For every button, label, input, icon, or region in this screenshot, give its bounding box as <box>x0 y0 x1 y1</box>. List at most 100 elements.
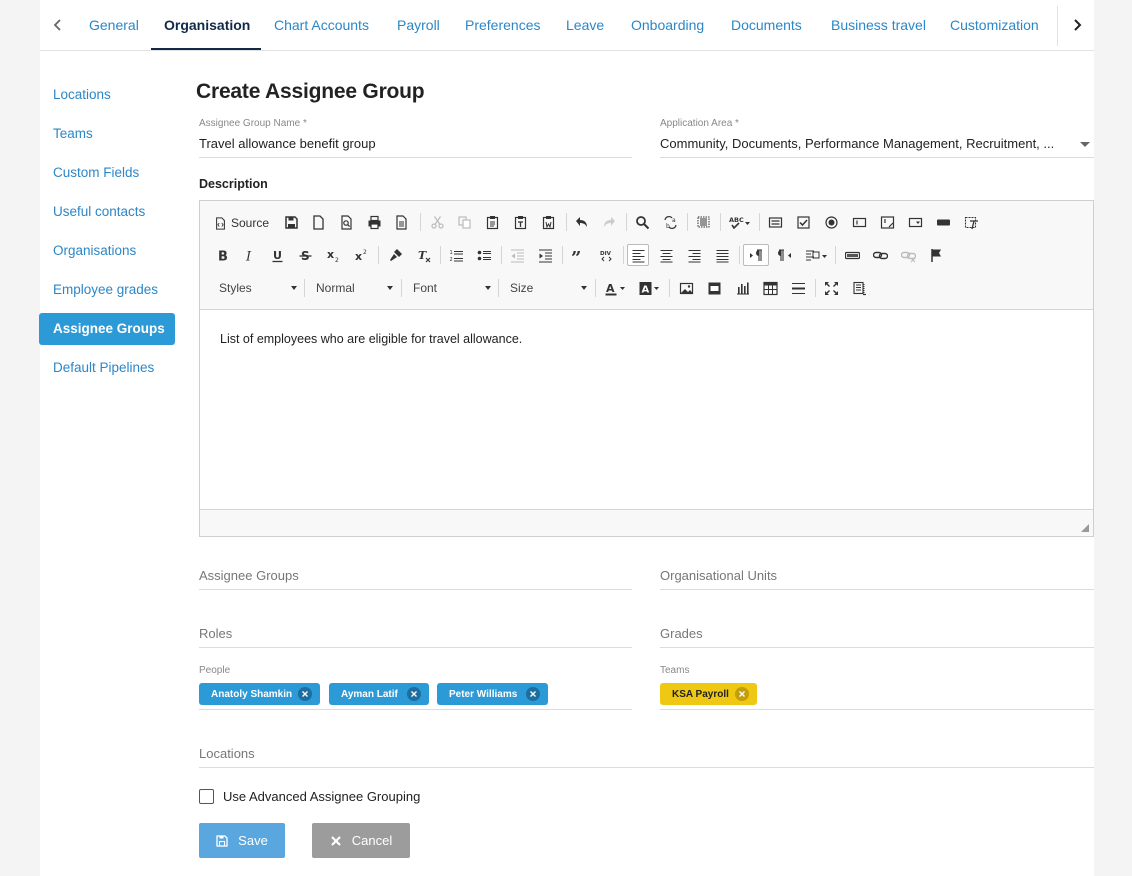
remove-format-button[interactable]: T <box>412 244 434 266</box>
background-color-button[interactable]: A <box>635 277 665 299</box>
bulleted-list-button[interactable] <box>473 244 495 266</box>
remove-chip-icon[interactable] <box>735 687 749 701</box>
paste-text-button[interactable] <box>509 211 531 233</box>
tab-leave[interactable]: Leave <box>566 17 604 33</box>
preview-button[interactable] <box>335 211 357 233</box>
radio-button[interactable] <box>820 211 842 233</box>
editor-content-area[interactable]: List of employees who are eligible for t… <box>200 309 1093 510</box>
name-field-input[interactable]: Travel allowance benefit group <box>199 136 629 151</box>
remove-chip-icon[interactable] <box>298 687 312 701</box>
anchor-button[interactable] <box>925 244 947 266</box>
find-button[interactable] <box>631 211 653 233</box>
form-button[interactable] <box>764 211 786 233</box>
tab-documents[interactable]: Documents <box>731 17 802 33</box>
link-button[interactable] <box>869 244 891 266</box>
tab-preferences[interactable]: Preferences <box>465 17 540 33</box>
grades-field[interactable]: Grades <box>660 626 703 641</box>
tab-organisation[interactable]: Organisation <box>164 17 250 33</box>
organisational-units-field[interactable]: Organisational Units <box>660 568 777 583</box>
replace-button[interactable]: ba <box>659 211 681 233</box>
application-area-select[interactable]: Community, Documents, Performance Manage… <box>660 136 1074 151</box>
save-button[interactable]: Save <box>199 823 285 858</box>
advanced-grouping-checkbox[interactable] <box>199 789 214 804</box>
hidden-field-button[interactable] <box>960 211 982 233</box>
copy-button[interactable] <box>453 211 475 233</box>
sidebar-item-assignee-groups[interactable]: Assignee Groups <box>39 313 175 345</box>
strikethrough-button[interactable]: S <box>294 244 316 266</box>
tab-payroll[interactable]: Payroll <box>397 17 440 33</box>
sidebar-item-locations[interactable]: Locations <box>53 87 111 102</box>
align-left-button[interactable] <box>627 244 649 266</box>
show-blocks-button[interactable] <box>848 277 870 299</box>
text-direction-ltr-button[interactable] <box>743 244 769 266</box>
text-color-button[interactable]: A <box>601 277 631 299</box>
locations-field[interactable]: Locations <box>199 746 255 761</box>
table-button[interactable] <box>759 277 781 299</box>
chart-button[interactable] <box>731 277 753 299</box>
text-direction-rtl-button[interactable] <box>773 244 795 266</box>
sidebar-item-teams[interactable]: Teams <box>53 126 93 141</box>
checkbox-button[interactable] <box>792 211 814 233</box>
italic-button[interactable]: I <box>238 244 260 266</box>
sidebar-item-custom-fields[interactable]: Custom Fields <box>53 165 139 180</box>
superscript-button[interactable]: x2 <box>350 244 372 266</box>
remove-chip-icon[interactable] <box>526 687 540 701</box>
cut-button[interactable] <box>426 211 448 233</box>
size-select[interactable]: Size <box>510 278 587 298</box>
sidebar-item-organisations[interactable]: Organisations <box>53 243 136 258</box>
paste-word-button[interactable] <box>537 211 559 233</box>
remove-chip-icon[interactable] <box>407 687 421 701</box>
align-center-button[interactable] <box>655 244 677 266</box>
assignee-groups-field[interactable]: Assignee Groups <box>199 568 299 583</box>
advanced-grouping-label[interactable]: Use Advanced Assignee Grouping <box>223 789 420 804</box>
styles-select[interactable]: Styles <box>219 278 297 298</box>
underline-button[interactable]: U <box>266 244 288 266</box>
unlink-button[interactable] <box>897 244 919 266</box>
subscript-button[interactable]: x2 <box>322 244 344 266</box>
textfield-button[interactable] <box>848 211 870 233</box>
justify-button[interactable] <box>711 244 733 266</box>
blockquote-button[interactable]: ” <box>567 244 589 266</box>
tab-business-travel[interactable]: Business travel <box>831 17 926 33</box>
flash-button[interactable] <box>703 277 725 299</box>
tab-customization[interactable]: Customization <box>950 17 1039 33</box>
indent-button[interactable] <box>534 244 556 266</box>
tabs-scroll-right-button[interactable] <box>1066 14 1088 36</box>
select-field-button[interactable] <box>904 211 926 233</box>
sidebar-item-default-pipelines[interactable]: Default Pipelines <box>53 360 154 375</box>
tabs-scroll-left-button[interactable] <box>47 14 69 36</box>
horizontal-line-button[interactable] <box>787 277 809 299</box>
select-all-button[interactable] <box>692 211 714 233</box>
tab-general[interactable]: General <box>89 17 139 33</box>
sidebar-item-employee-grades[interactable]: Employee grades <box>53 282 158 297</box>
save-doc-button[interactable] <box>280 211 302 233</box>
numbered-list-button[interactable]: 12 <box>445 244 467 266</box>
bold-button[interactable]: B <box>211 244 233 266</box>
sidebar-item-useful-contacts[interactable]: Useful contacts <box>53 204 145 219</box>
hidden-textfield-button[interactable] <box>841 244 863 266</box>
resize-handle-icon[interactable] <box>1081 524 1089 532</box>
maximize-button[interactable] <box>820 277 842 299</box>
cancel-button[interactable]: Cancel <box>312 823 410 858</box>
textarea-button[interactable] <box>876 211 898 233</box>
align-right-button[interactable] <box>683 244 705 266</box>
new-page-button[interactable] <box>307 211 329 233</box>
source-button[interactable]: Source <box>214 212 269 234</box>
button-field-button[interactable] <box>932 211 954 233</box>
image-button[interactable] <box>675 277 697 299</box>
spellcheck-button[interactable]: ABC <box>725 211 755 233</box>
tab-chart-accounts[interactable]: Chart Accounts <box>274 17 369 33</box>
div-container-button[interactable]: DIV <box>595 244 617 266</box>
copy-format-button[interactable] <box>384 244 406 266</box>
print-button[interactable] <box>363 211 385 233</box>
font-select[interactable]: Font <box>413 278 491 298</box>
chevron-down-icon[interactable] <box>1080 142 1090 147</box>
outdent-button[interactable] <box>506 244 528 266</box>
undo-button[interactable] <box>570 211 592 233</box>
format-select[interactable]: Normal <box>316 278 393 298</box>
redo-button[interactable] <box>598 211 620 233</box>
language-button[interactable] <box>801 244 831 266</box>
paste-button[interactable] <box>481 211 503 233</box>
tab-onboarding[interactable]: Onboarding <box>631 17 704 33</box>
templates-button[interactable] <box>390 211 412 233</box>
